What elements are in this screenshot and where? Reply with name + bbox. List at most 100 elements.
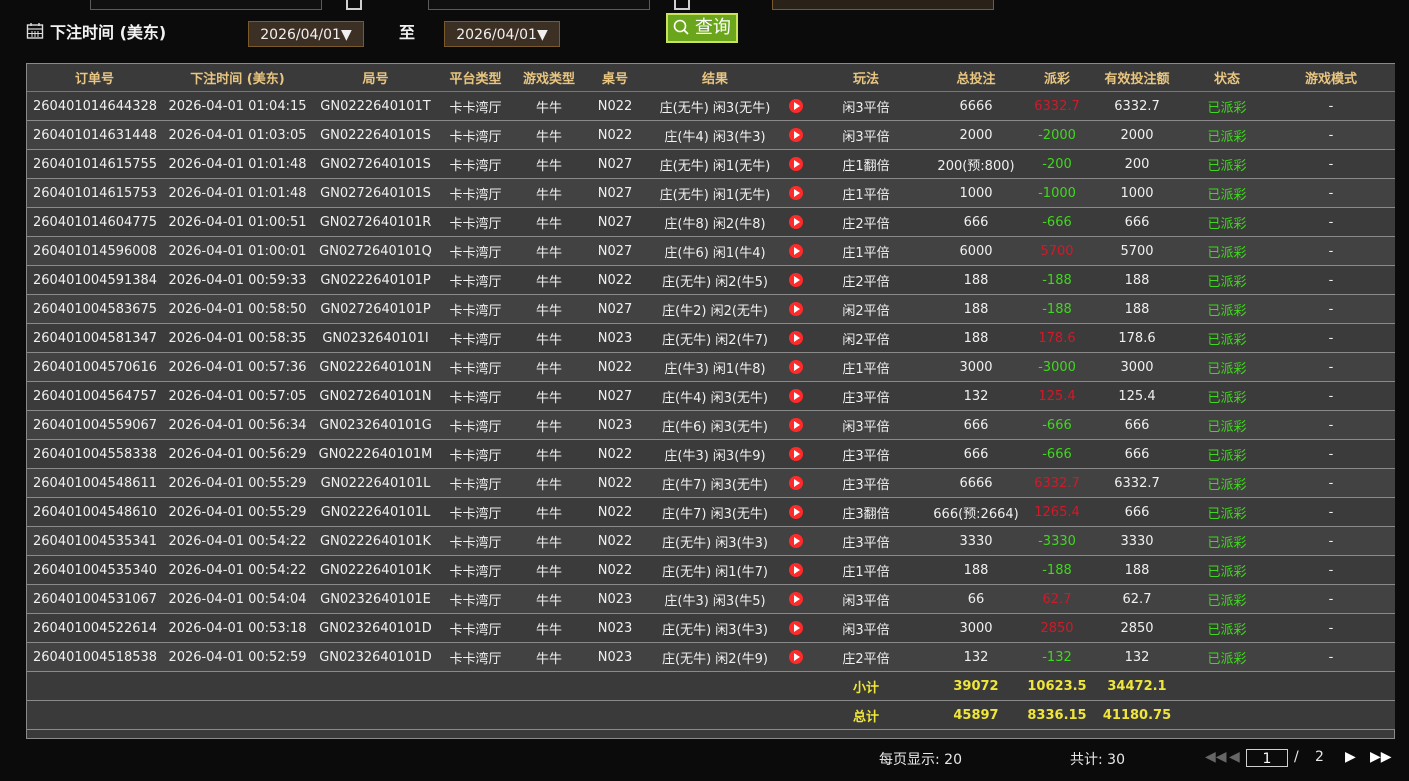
search-icon xyxy=(673,17,695,38)
video-cell[interactable] xyxy=(785,120,807,150)
play-video-icon[interactable] xyxy=(789,534,803,548)
play-video-icon[interactable] xyxy=(789,215,803,229)
cropped-input-1[interactable] xyxy=(90,0,322,10)
play-video-icon[interactable] xyxy=(789,273,803,287)
video-cell[interactable] xyxy=(785,207,807,237)
video-cell[interactable] xyxy=(785,555,807,585)
play-video-icon[interactable] xyxy=(789,331,803,345)
empty-cell xyxy=(162,671,313,701)
total-bet-cell: 132 xyxy=(925,381,1027,411)
game-type-cell: 牛牛 xyxy=(513,149,585,179)
first-page-icon[interactable]: ◀◀ xyxy=(1205,749,1227,765)
round-id-cell: GN0272640101R xyxy=(313,207,438,237)
video-cell[interactable] xyxy=(785,584,807,614)
table-id-cell: N027 xyxy=(585,381,645,411)
column-header: 桌号 xyxy=(585,64,645,92)
bet-time-cell: 2026-04-01 00:56:34 xyxy=(162,410,313,440)
platform-type-cell: 卡卡湾厅 xyxy=(438,323,513,353)
video-cell[interactable] xyxy=(785,91,807,121)
video-cell[interactable] xyxy=(785,265,807,295)
empty-cell xyxy=(27,671,162,701)
play-video-icon[interactable] xyxy=(789,389,803,403)
play-video-icon[interactable] xyxy=(789,650,803,664)
result-cell: 庄(无牛) 闲1(无牛) xyxy=(645,149,785,179)
play-video-icon[interactable] xyxy=(789,563,803,577)
play-video-icon[interactable] xyxy=(789,128,803,142)
next-page-icon[interactable]: ▶ xyxy=(1345,749,1356,765)
video-cell[interactable] xyxy=(785,149,807,179)
video-cell[interactable] xyxy=(785,526,807,556)
video-cell[interactable] xyxy=(785,178,807,208)
order-id-cell: 260401014615753 xyxy=(27,178,162,208)
round-id-cell: GN0232640101D xyxy=(313,613,438,643)
cropped-checkbox-2[interactable] xyxy=(674,0,690,10)
play-video-icon[interactable] xyxy=(789,360,803,374)
play-video-icon[interactable] xyxy=(789,244,803,258)
play-video-icon[interactable] xyxy=(789,186,803,200)
valid-bet-cell: 3000 xyxy=(1087,352,1187,382)
play-type-cell: 庄2平倍 xyxy=(807,642,925,672)
status-cell: 已派彩 xyxy=(1187,323,1267,353)
status-cell: 已派彩 xyxy=(1187,236,1267,266)
cropped-select[interactable] xyxy=(772,0,994,10)
round-id-cell: GN0232640101G xyxy=(313,410,438,440)
video-cell[interactable] xyxy=(785,410,807,440)
empty-cell xyxy=(513,671,585,701)
play-video-icon[interactable] xyxy=(789,592,803,606)
round-id-cell: GN0222640101K xyxy=(313,555,438,585)
column-header xyxy=(785,64,807,92)
play-video-icon[interactable] xyxy=(789,99,803,113)
bet-time-cell: 2026-04-01 01:04:15 xyxy=(162,91,313,121)
video-cell[interactable] xyxy=(785,642,807,672)
last-page-icon[interactable]: ▶▶ xyxy=(1370,749,1392,765)
video-cell[interactable] xyxy=(785,323,807,353)
empty-cell xyxy=(1267,671,1395,701)
video-cell[interactable] xyxy=(785,468,807,498)
payout-cell: 6332.7 xyxy=(1027,468,1087,498)
payout-cell: 6332.7 xyxy=(1027,91,1087,121)
search-button[interactable]: 查询 xyxy=(666,13,738,43)
play-video-icon[interactable] xyxy=(789,505,803,519)
page-input[interactable]: 1 xyxy=(1246,749,1288,767)
play-type-cell: 庄3平倍 xyxy=(807,439,925,469)
video-cell[interactable] xyxy=(785,352,807,382)
payout-cell: -666 xyxy=(1027,207,1087,237)
cropped-input-2[interactable] xyxy=(428,0,650,10)
game-type-cell: 牛牛 xyxy=(513,613,585,643)
video-cell[interactable] xyxy=(785,381,807,411)
play-video-icon[interactable] xyxy=(789,476,803,490)
game-mode-cell: - xyxy=(1267,497,1395,527)
video-cell[interactable] xyxy=(785,613,807,643)
prev-page-icon[interactable]: ◀ xyxy=(1229,749,1240,765)
game-mode-cell: - xyxy=(1267,352,1395,382)
platform-type-cell: 卡卡湾厅 xyxy=(438,555,513,585)
round-id-cell: GN0272640101P xyxy=(313,294,438,324)
video-cell[interactable] xyxy=(785,236,807,266)
total-bet-cell: 188 xyxy=(925,323,1027,353)
date-to-select[interactable]: 2026/04/01▼ xyxy=(444,21,560,47)
play-video-icon[interactable] xyxy=(789,157,803,171)
result-cell: 庄(无牛) 闲2(牛5) xyxy=(645,265,785,295)
search-label: 查询 xyxy=(694,17,731,38)
cropped-checkbox-1[interactable] xyxy=(346,0,362,10)
play-video-icon[interactable] xyxy=(789,418,803,432)
game-type-cell: 牛牛 xyxy=(513,178,585,208)
video-cell[interactable] xyxy=(785,497,807,527)
game-mode-cell: - xyxy=(1267,555,1395,585)
status-cell: 已派彩 xyxy=(1187,439,1267,469)
total-bet-cell: 666 xyxy=(925,207,1027,237)
video-cell[interactable] xyxy=(785,294,807,324)
total-label: 总计 xyxy=(807,700,925,730)
payout-cell: -132 xyxy=(1027,642,1087,672)
subtotal-valid-bet: 34472.1 xyxy=(1087,671,1187,701)
video-cell[interactable] xyxy=(785,439,807,469)
platform-type-cell: 卡卡湾厅 xyxy=(438,91,513,121)
game-mode-cell: - xyxy=(1267,120,1395,150)
play-video-icon[interactable] xyxy=(789,621,803,635)
table-row: 260401014615753 2026-04-01 01:01:48 GN0272… xyxy=(27,178,1395,208)
play-video-icon[interactable] xyxy=(789,302,803,316)
status-cell: 已派彩 xyxy=(1187,526,1267,556)
play-video-icon[interactable] xyxy=(789,447,803,461)
date-from-select[interactable]: 2026/04/01▼ xyxy=(248,21,364,47)
subtotal-payout: 10623.5 xyxy=(1027,671,1087,701)
